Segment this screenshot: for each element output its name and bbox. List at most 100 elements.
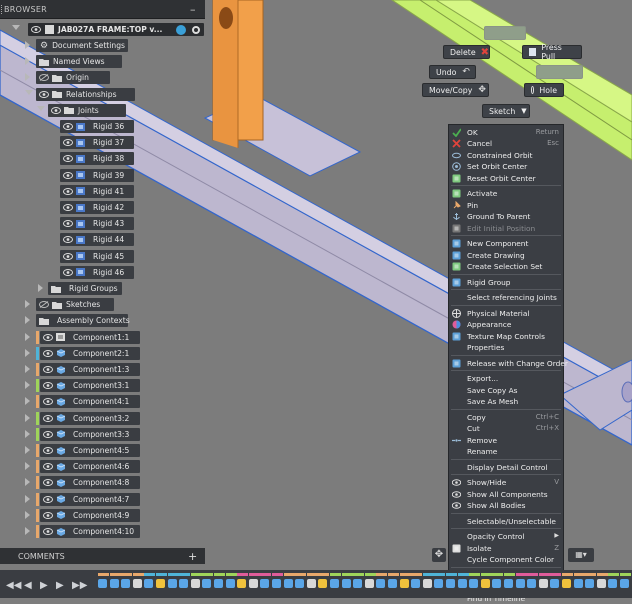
eye-icon[interactable]	[31, 26, 41, 33]
timeline-feature[interactable]	[399, 579, 409, 588]
eye-icon[interactable]	[63, 268, 73, 276]
component-item[interactable]: Component3:2	[40, 411, 140, 425]
timeline-feature[interactable]	[132, 579, 142, 588]
menu-item-save-as-mesh[interactable]: Save As Mesh	[449, 396, 563, 407]
pan-control[interactable]: ✥	[432, 548, 446, 562]
menu-item-show-hide[interactable]: Show/Hide V	[449, 477, 563, 488]
eye-icon[interactable]	[43, 511, 53, 519]
timeline-feature[interactable]	[283, 579, 293, 588]
menu-item-constrained-orbit[interactable]: Constrained Orbit	[449, 150, 563, 161]
delete-button[interactable]: Delete ✖	[443, 45, 490, 59]
timeline-feature[interactable]	[214, 579, 223, 588]
rigid-groups[interactable]: Rigid Groups	[48, 282, 122, 295]
eye-icon[interactable]	[51, 106, 61, 114]
menu-item-show-all-bodies[interactable]: Show All Bodies	[449, 500, 563, 511]
component-expand-icon[interactable]	[25, 462, 30, 471]
timeline-feature[interactable]	[527, 579, 537, 588]
eye-icon[interactable]	[63, 139, 73, 147]
joint-item[interactable]: Rigid 43	[60, 217, 134, 231]
display-settings-control[interactable]: ▦▾	[568, 548, 594, 562]
timeline-feature[interactable]	[457, 579, 467, 588]
hole-button[interactable]: Hole	[524, 83, 564, 97]
joint-item[interactable]: Rigid 41	[60, 184, 134, 198]
menu-item-release-with-change-order[interactable]: Release with Change Order	[449, 358, 568, 369]
move-copy-button[interactable]: Move/Copy ✥	[422, 83, 489, 97]
eye-hidden-icon[interactable]	[39, 74, 49, 82]
named-views-expand-icon[interactable]	[25, 57, 30, 66]
timeline-feature[interactable]	[179, 579, 189, 588]
timeline-feature[interactable]	[202, 579, 212, 588]
origin-expand-icon[interactable]	[25, 73, 30, 82]
timeline-feature[interactable]	[156, 579, 165, 588]
menu-item-create-selection-set[interactable]: Create Selection Set	[449, 261, 563, 272]
document-settings[interactable]: ⚙ Document Settings	[36, 39, 128, 52]
timeline-feature[interactable]	[434, 579, 444, 588]
timeline-end-icon[interactable]: ▶▶	[72, 580, 87, 591]
timeline-next-icon[interactable]: ▶	[56, 580, 64, 591]
radio-icon[interactable]	[192, 25, 200, 34]
timeline-feature[interactable]	[330, 579, 339, 588]
eye-icon[interactable]	[39, 90, 49, 98]
rigid-groups-expand-icon[interactable]	[38, 284, 43, 292]
component-expand-icon[interactable]	[25, 478, 30, 487]
timeline-feature[interactable]	[353, 579, 363, 588]
timeline-start-icon[interactable]: ◀◀	[6, 580, 21, 591]
timeline-feature[interactable]	[469, 579, 479, 588]
menu-item-remove[interactable]: Remove	[449, 435, 563, 446]
joint-item[interactable]: Rigid 39	[60, 168, 134, 182]
eye-icon[interactable]	[43, 463, 53, 471]
component-expand-icon[interactable]	[25, 365, 30, 373]
document-settings-expand-icon[interactable]	[25, 41, 30, 49]
component-item[interactable]: Component4:8	[40, 476, 140, 490]
menu-item-ground-to-parent[interactable]: Ground To Parent	[449, 211, 563, 222]
joints[interactable]: Joints	[48, 103, 126, 117]
menu-item-cancel[interactable]: Cancel Esc	[449, 138, 563, 149]
eye-icon[interactable]	[43, 398, 53, 406]
eye-icon[interactable]	[43, 366, 53, 373]
menu-item-copy[interactable]: Copy Ctrl+C	[449, 412, 563, 423]
eye-icon[interactable]	[43, 495, 53, 503]
component-expand-icon[interactable]	[25, 332, 30, 341]
assembly-contexts[interactable]: Assembly Contexts	[36, 314, 130, 328]
timeline-feature[interactable]	[225, 579, 235, 588]
component-item[interactable]: Component4:10	[40, 525, 140, 538]
menu-item-select-referencing-joints[interactable]: Select referencing Joints	[449, 292, 563, 303]
eye-icon[interactable]	[63, 204, 73, 211]
component-expand-icon[interactable]	[25, 381, 30, 390]
component-expand-icon[interactable]	[25, 429, 30, 438]
component-item[interactable]: Component3:1	[40, 379, 140, 393]
timeline-feature[interactable]	[376, 579, 386, 588]
menu-item-texture-map-controls[interactable]: Texture Map Controls	[449, 331, 563, 342]
joints-expand-icon[interactable]	[37, 105, 45, 111]
menu-item-reset-orbit-center[interactable]: Reset Orbit Center	[449, 173, 563, 184]
eye-icon[interactable]	[63, 123, 73, 130]
menu-item-display-detail-control[interactable]: Display Detail Control	[449, 462, 563, 473]
browser-root[interactable]: JAB027A FRAME:TOP v...	[28, 23, 204, 36]
eye-icon[interactable]	[43, 349, 53, 357]
timeline-feature[interactable]	[318, 579, 328, 588]
timeline-feature[interactable]	[341, 579, 351, 588]
timeline-feature[interactable]	[538, 579, 548, 588]
sketches-expand-icon[interactable]	[25, 300, 30, 309]
component-expand-icon[interactable]	[25, 510, 30, 519]
component-item[interactable]: Component4:5	[40, 444, 140, 457]
menu-item-selectable-unselectable[interactable]: Selectable/Unselectable	[449, 516, 563, 527]
press-pull-button[interactable]: Press Pull	[522, 43, 582, 61]
eye-icon[interactable]	[43, 382, 53, 390]
timeline-feature[interactable]	[585, 579, 595, 588]
component-expand-icon[interactable]	[25, 494, 30, 503]
menu-item-show-all-components[interactable]: Show All Components	[449, 489, 563, 500]
eye-icon[interactable]	[43, 430, 53, 438]
timeline-feature[interactable]	[411, 579, 421, 588]
timeline-feature[interactable]	[492, 579, 502, 588]
joint-item[interactable]: Rigid 46	[60, 265, 134, 279]
timeline-feature[interactable]	[480, 579, 490, 588]
component-item[interactable]: Component4:9	[40, 508, 140, 522]
component-expand-icon[interactable]	[25, 397, 30, 406]
timeline-feature[interactable]	[167, 579, 177, 588]
component-item[interactable]: Component3:3	[40, 427, 140, 441]
timeline-feature[interactable]	[573, 579, 583, 588]
eye-icon[interactable]	[63, 155, 73, 163]
timeline-feature[interactable]	[144, 579, 154, 588]
timeline-feature[interactable]	[504, 579, 513, 588]
